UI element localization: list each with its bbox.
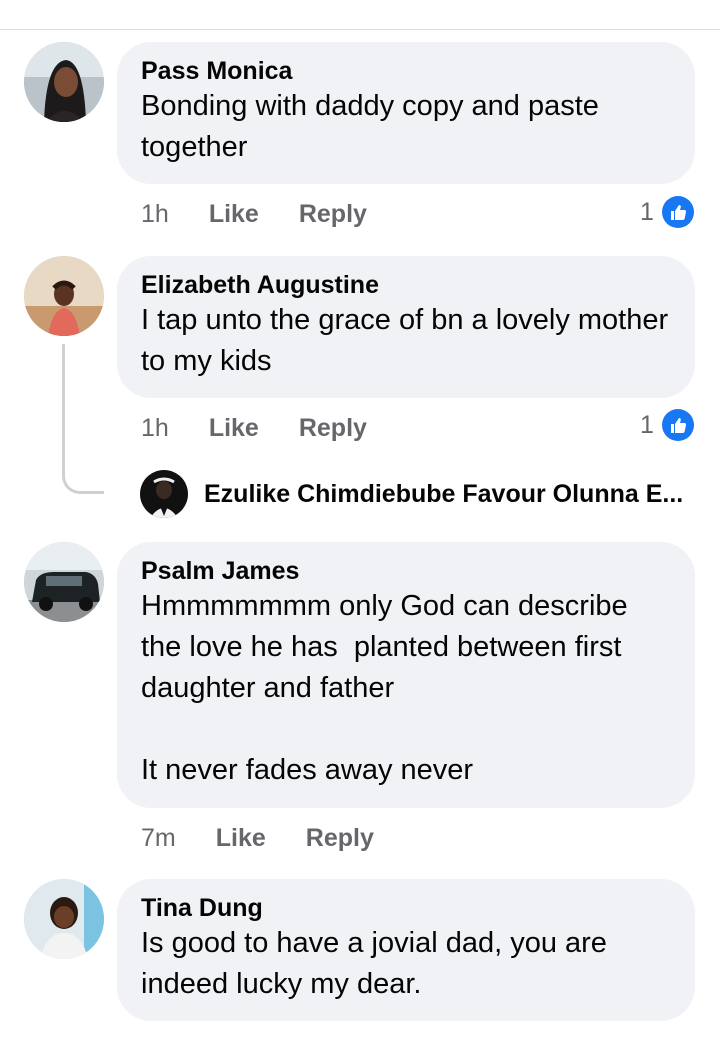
like-button[interactable]: Like <box>209 200 259 229</box>
avatar-image <box>24 42 104 122</box>
reply-preview-text: Ezulike Chimdiebube Favour Olunna E... <box>204 479 684 508</box>
avatar-pass-monica[interactable] <box>24 42 104 122</box>
reply-thread-connector <box>62 344 104 494</box>
avatar-elizabeth-augustine[interactable] <box>24 256 104 336</box>
reply-button[interactable]: Reply <box>299 200 367 229</box>
comment-text: I tap unto the grace of bn a lovely moth… <box>141 304 677 377</box>
comment-text: Is good to have a jovial dad, you are in… <box>141 927 615 1000</box>
reply-button[interactable]: Reply <box>299 414 367 443</box>
reply-preview[interactable]: Ezulike Chimdiebube Favour Olunna E... <box>140 470 720 518</box>
avatar-image <box>24 879 104 959</box>
comment-author[interactable]: Elizabeth Augustine <box>141 270 671 300</box>
thumbs-up-icon <box>661 196 694 228</box>
avatar-tina-dung[interactable] <box>24 879 104 959</box>
comment-actions: 1h Like Reply <box>141 410 367 446</box>
comment-text: Hmmmmmmm only God can describe the love … <box>141 590 628 786</box>
comment-time[interactable]: 1h <box>141 200 169 229</box>
avatar-image <box>140 470 188 518</box>
comment-bubble: Elizabeth Augustine I tap unto the grace… <box>117 256 695 398</box>
comment-bubble: Pass Monica Bonding with daddy copy and … <box>117 42 695 184</box>
reaction-summary[interactable]: 1 <box>640 196 694 228</box>
like-button[interactable]: Like <box>216 824 266 853</box>
reaction-count: 1 <box>640 410 654 439</box>
comment-actions: 7m Like Reply <box>141 820 374 856</box>
comment-time[interactable]: 1h <box>141 414 169 443</box>
comment-author[interactable]: Psalm James <box>141 556 671 586</box>
comment-bubble: Psalm James Hmmmmmmm only God can descri… <box>117 542 695 808</box>
comment-author[interactable]: Pass Monica <box>141 56 671 86</box>
avatar-reply-author <box>140 470 188 518</box>
avatar-psalm-james[interactable] <box>24 542 104 622</box>
reaction-summary[interactable]: 1 <box>640 409 694 441</box>
comment-time[interactable]: 7m <box>141 824 176 853</box>
top-divider <box>0 29 720 30</box>
comment-text: Bonding with daddy copy and paste togeth… <box>141 90 607 163</box>
comment-actions: 1h Like Reply <box>141 196 367 232</box>
reaction-count: 1 <box>640 197 654 226</box>
thumbs-up-icon <box>661 409 694 441</box>
comment-author[interactable]: Tina Dung <box>141 893 671 923</box>
avatar-image <box>24 542 104 622</box>
comment-bubble: Tina Dung Is good to have a jovial dad, … <box>117 879 695 1021</box>
avatar-image <box>24 256 104 336</box>
reply-button[interactable]: Reply <box>306 824 374 853</box>
like-button[interactable]: Like <box>209 414 259 443</box>
